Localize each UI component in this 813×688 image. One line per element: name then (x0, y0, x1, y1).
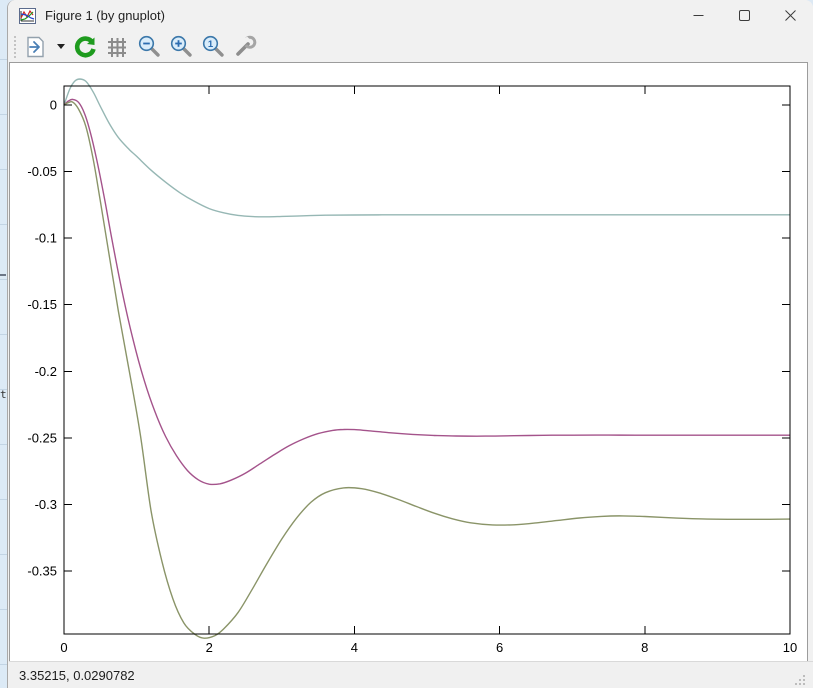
export-menu-button[interactable] (54, 33, 67, 61)
figure-plot[interactable]: 0 2 4 6 8 10 0 -0.05 -0.1 -0.15 -0.2 -0.25 -0.3 -0.35 (10, 63, 807, 661)
grid-button[interactable] (103, 33, 131, 61)
svg-text:-0.2: -0.2 (35, 364, 57, 379)
dropdown-caret-icon (57, 44, 65, 49)
axis-ticks (64, 86, 790, 634)
zoom-reset-button[interactable]: 1 (199, 33, 227, 61)
plot-frame (64, 86, 790, 634)
gnuplot-figure-window: Figure 1 (by gnuplot) (7, 0, 813, 688)
svg-text:-0.3: -0.3 (35, 497, 57, 512)
background-tick-mark (0, 274, 6, 276)
wrench-icon (233, 34, 258, 59)
curve-series-3 (64, 102, 790, 639)
plot-canvas[interactable]: 0 2 4 6 8 10 0 -0.05 -0.1 -0.15 -0.2 -0.25 -0.3 -0.35 (9, 62, 808, 662)
curves (64, 79, 790, 638)
export-document-icon (24, 35, 48, 59)
zoom-out-icon (137, 34, 162, 59)
background-text-fragment: t: (0, 388, 7, 402)
svg-text:2: 2 (206, 640, 213, 655)
replot-button[interactable] (71, 33, 99, 61)
zoom-out-button[interactable] (135, 33, 163, 61)
cursor-coordinates: 3.35215, 0.0290782 (19, 668, 135, 683)
curve-series-2 (64, 99, 790, 484)
titlebar[interactable]: Figure 1 (by gnuplot) (8, 0, 813, 31)
export-plot-button[interactable] (22, 33, 50, 61)
zoom-in-button[interactable] (167, 33, 195, 61)
zoom-in-icon (169, 34, 194, 59)
window-title: Figure 1 (by gnuplot) (45, 8, 675, 23)
toolbar-grip[interactable] (14, 36, 20, 58)
maximize-button[interactable] (721, 0, 767, 31)
minimize-button[interactable] (675, 0, 721, 31)
curve-series-1 (64, 79, 790, 217)
x-tick-labels: 0 2 4 6 8 10 (60, 640, 797, 655)
replot-refresh-icon (73, 35, 97, 59)
zoom-reset-icon: 1 (201, 34, 226, 59)
close-button[interactable] (767, 0, 813, 31)
svg-text:-0.25: -0.25 (27, 430, 57, 445)
svg-text:8: 8 (641, 640, 648, 655)
window-controls (675, 0, 813, 31)
desktop-background: t: Figure 1 (by gnuplot) (0, 0, 813, 688)
gnuplot-app-icon (19, 8, 36, 24)
svg-text:-0.1: -0.1 (35, 231, 57, 246)
svg-text:6: 6 (496, 640, 503, 655)
svg-text:-0.35: -0.35 (27, 564, 57, 579)
grid-icon (105, 35, 129, 59)
svg-text:1: 1 (207, 39, 213, 50)
resize-grip[interactable] (794, 674, 806, 686)
svg-text:-0.05: -0.05 (27, 164, 57, 179)
toolbar: 1 (8, 31, 813, 62)
svg-text:0: 0 (60, 640, 67, 655)
settings-button[interactable] (231, 33, 259, 61)
statusbar: 3.35215, 0.0290782 (9, 661, 813, 688)
svg-text:0: 0 (50, 98, 57, 113)
svg-text:4: 4 (351, 640, 358, 655)
background-window-fragment: t: (0, 0, 7, 688)
svg-text:10: 10 (783, 640, 797, 655)
y-tick-labels: 0 -0.05 -0.1 -0.15 -0.2 -0.25 -0.3 -0.35 (27, 98, 57, 579)
svg-text:-0.15: -0.15 (27, 297, 57, 312)
